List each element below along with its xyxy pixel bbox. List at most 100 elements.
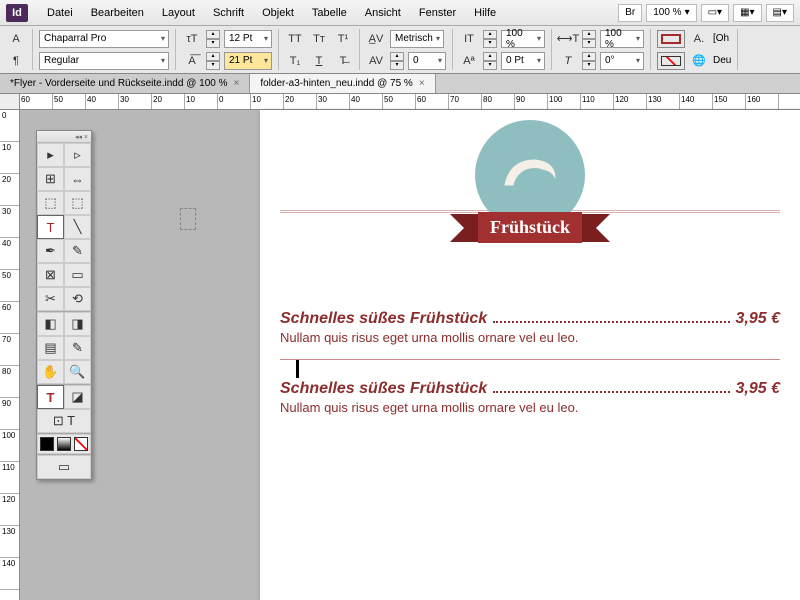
text-cursor — [296, 360, 299, 378]
skew-stepper[interactable]: ▴▾ — [582, 52, 596, 70]
super-icon[interactable]: T¹ — [333, 30, 353, 48]
view-mode-2[interactable]: ▦▾ — [733, 4, 761, 22]
gradient-feather-tool[interactable]: ◨ — [64, 312, 91, 336]
close-icon[interactable]: × — [419, 78, 425, 89]
gap-tool[interactable]: ⇔ — [64, 167, 91, 191]
kerning-mode[interactable]: Metrisch — [390, 30, 444, 48]
pencil-tool[interactable]: ✎ — [64, 239, 91, 263]
track-stepper[interactable]: ▴▾ — [390, 52, 404, 70]
item-price: 3,95 € — [736, 310, 780, 328]
skew[interactable]: 0° — [600, 52, 644, 70]
content-placer-tool[interactable]: ⬚ — [64, 191, 91, 215]
char-mode-icon[interactable]: A — [6, 30, 26, 48]
control-bar: A ¶ Chaparral Pro Regular τT▴▾12 Pt A͞▴▾… — [0, 26, 800, 74]
font-family[interactable]: Chaparral Pro — [39, 30, 169, 48]
rectangle-frame-tool[interactable]: ⊠ — [37, 263, 64, 287]
vscale-stepper[interactable]: ▴▾ — [483, 30, 497, 48]
item-separator — [280, 359, 780, 360]
rectangle-tool[interactable]: ▭ — [64, 263, 91, 287]
badge-title: Frühstück — [478, 212, 582, 243]
menu-bearbeiten[interactable]: Bearbeiten — [82, 3, 153, 23]
font-size[interactable]: 12 Pt — [224, 30, 272, 48]
baseline-icon: Aª — [459, 52, 479, 70]
hand-tool[interactable]: ✋ — [37, 360, 64, 384]
char-style[interactable]: [Oh — [713, 33, 729, 44]
sub-icon[interactable]: T₁ — [285, 52, 305, 70]
size-icon: τT — [182, 30, 202, 48]
strike-icon[interactable]: T̶ — [333, 52, 353, 70]
para-mode-icon[interactable]: ¶ — [6, 52, 26, 70]
tools-panel[interactable]: ◂◂ × ▸ ▹ ⊞ ⇔ ⬚ ⬚ T ╲ ✒ ✎ ⊠ ▭ ✂ ⟲ ◧ ◨ ▤ ✎… — [36, 130, 92, 480]
fill-stroke-swap[interactable]: ◪ — [64, 385, 91, 409]
tab-folder[interactable]: folder-a3-hinten_neu.indd @ 75 %× — [250, 74, 435, 93]
color-swatches[interactable] — [37, 434, 91, 454]
skew-icon: T — [558, 52, 578, 70]
tracking[interactable]: 0 — [408, 52, 446, 70]
menu-item-1[interactable]: Schnelles süßes Frühstück 3,95 € Nullam … — [280, 310, 780, 374]
menu-objekt[interactable]: Objekt — [253, 3, 303, 23]
size-stepper[interactable]: ▴▾ — [206, 30, 220, 48]
view-mode-3[interactable]: ▤▾ — [766, 4, 794, 22]
eyedropper-tool[interactable]: ✎ — [64, 336, 91, 360]
fill-stroke-text[interactable]: T — [37, 385, 64, 409]
fill-stroke-container[interactable]: ⊡ T — [37, 409, 91, 433]
swatch-gradient[interactable] — [57, 437, 71, 451]
menu-fenster[interactable]: Fenster — [410, 3, 465, 23]
fill-color[interactable] — [657, 30, 685, 48]
close-icon[interactable]: × — [233, 78, 239, 89]
swatch-none[interactable] — [74, 437, 88, 451]
allcaps-icon[interactable]: TT — [285, 30, 305, 48]
menu-datei[interactable]: Datei — [38, 3, 82, 23]
line-tool[interactable]: ╲ — [64, 215, 91, 239]
ribbon-tail-left — [450, 214, 478, 242]
font-style[interactable]: Regular — [39, 52, 169, 70]
zoom-tool[interactable]: 🔍 — [64, 360, 91, 384]
page-tool[interactable]: ⊞ — [37, 167, 64, 191]
empty-text-frame[interactable] — [180, 208, 196, 230]
baseline-stepper[interactable]: ▴▾ — [483, 52, 497, 70]
underline-icon[interactable]: T — [309, 52, 329, 70]
view-mode-toggle[interactable]: ▭ — [37, 455, 91, 479]
zoom-level[interactable]: 100 % ▾ — [646, 4, 696, 22]
page[interactable]: Frühstück Schnelles süßes Frühstück 3,95… — [260, 110, 800, 600]
direct-selection-tool[interactable]: ▹ — [64, 143, 91, 167]
free-transform-tool[interactable]: ⟲ — [64, 287, 91, 311]
swatch-black[interactable] — [40, 437, 54, 451]
view-mode-1[interactable]: ▭▾ — [701, 4, 729, 22]
menu-layout[interactable]: Layout — [153, 3, 204, 23]
bridge-button[interactable]: Br — [618, 4, 642, 22]
leading-icon: A͞ — [182, 52, 202, 70]
vertical-ruler[interactable]: 0102030405060708090100110120130140 — [0, 110, 20, 600]
horizontal-ruler[interactable]: 6050403020100102030405060708090100110120… — [20, 94, 800, 110]
baseline-shift[interactable]: 0 Pt — [501, 52, 545, 70]
menu-tabelle[interactable]: Tabelle — [303, 3, 356, 23]
menu-ansicht[interactable]: Ansicht — [356, 3, 410, 23]
menu-schrift[interactable]: Schrift — [204, 3, 253, 23]
type-tool[interactable]: T — [37, 215, 64, 239]
vscale[interactable]: 100 % — [501, 30, 545, 48]
stroke-color[interactable] — [657, 52, 685, 70]
selection-tool[interactable]: ▸ — [37, 143, 64, 167]
gradient-swatch-tool[interactable]: ◧ — [37, 312, 64, 336]
tab-flyer[interactable]: *Flyer - Vorderseite und Rückseite.indd … — [0, 74, 250, 93]
pen-tool[interactable]: ✒ — [37, 239, 64, 263]
hscale-stepper[interactable]: ▴▾ — [582, 30, 596, 48]
content-collector-tool[interactable]: ⬚ — [37, 191, 64, 215]
leading-stepper[interactable]: ▴▾ — [206, 52, 220, 70]
hscale[interactable]: 100 % — [600, 30, 644, 48]
kern-icon: A̲V — [366, 30, 386, 48]
lang-icon: 🌐 — [689, 52, 709, 70]
item-desc: Nullam quis risus eget urna mollis ornar… — [280, 400, 780, 415]
menu-item-2[interactable]: Schnelles süßes Frühstück 3,95 € Nullam … — [280, 380, 780, 415]
smallcaps-icon[interactable]: Tᴛ — [309, 30, 329, 48]
canvas[interactable]: Frühstück Schnelles süßes Frühstück 3,95… — [20, 110, 800, 600]
item-name: Schnelles süßes Frühstück — [280, 380, 487, 398]
note-tool[interactable]: ▤ — [37, 336, 64, 360]
menu-hilfe[interactable]: Hilfe — [465, 3, 505, 23]
scissors-tool[interactable]: ✂ — [37, 287, 64, 311]
app-logo: Id — [6, 4, 28, 22]
language[interactable]: Deu — [713, 55, 731, 66]
leading[interactable]: 21 Pt — [224, 52, 272, 70]
panel-collapse[interactable]: ◂◂ × — [37, 131, 91, 143]
ruler-origin[interactable] — [0, 94, 20, 110]
